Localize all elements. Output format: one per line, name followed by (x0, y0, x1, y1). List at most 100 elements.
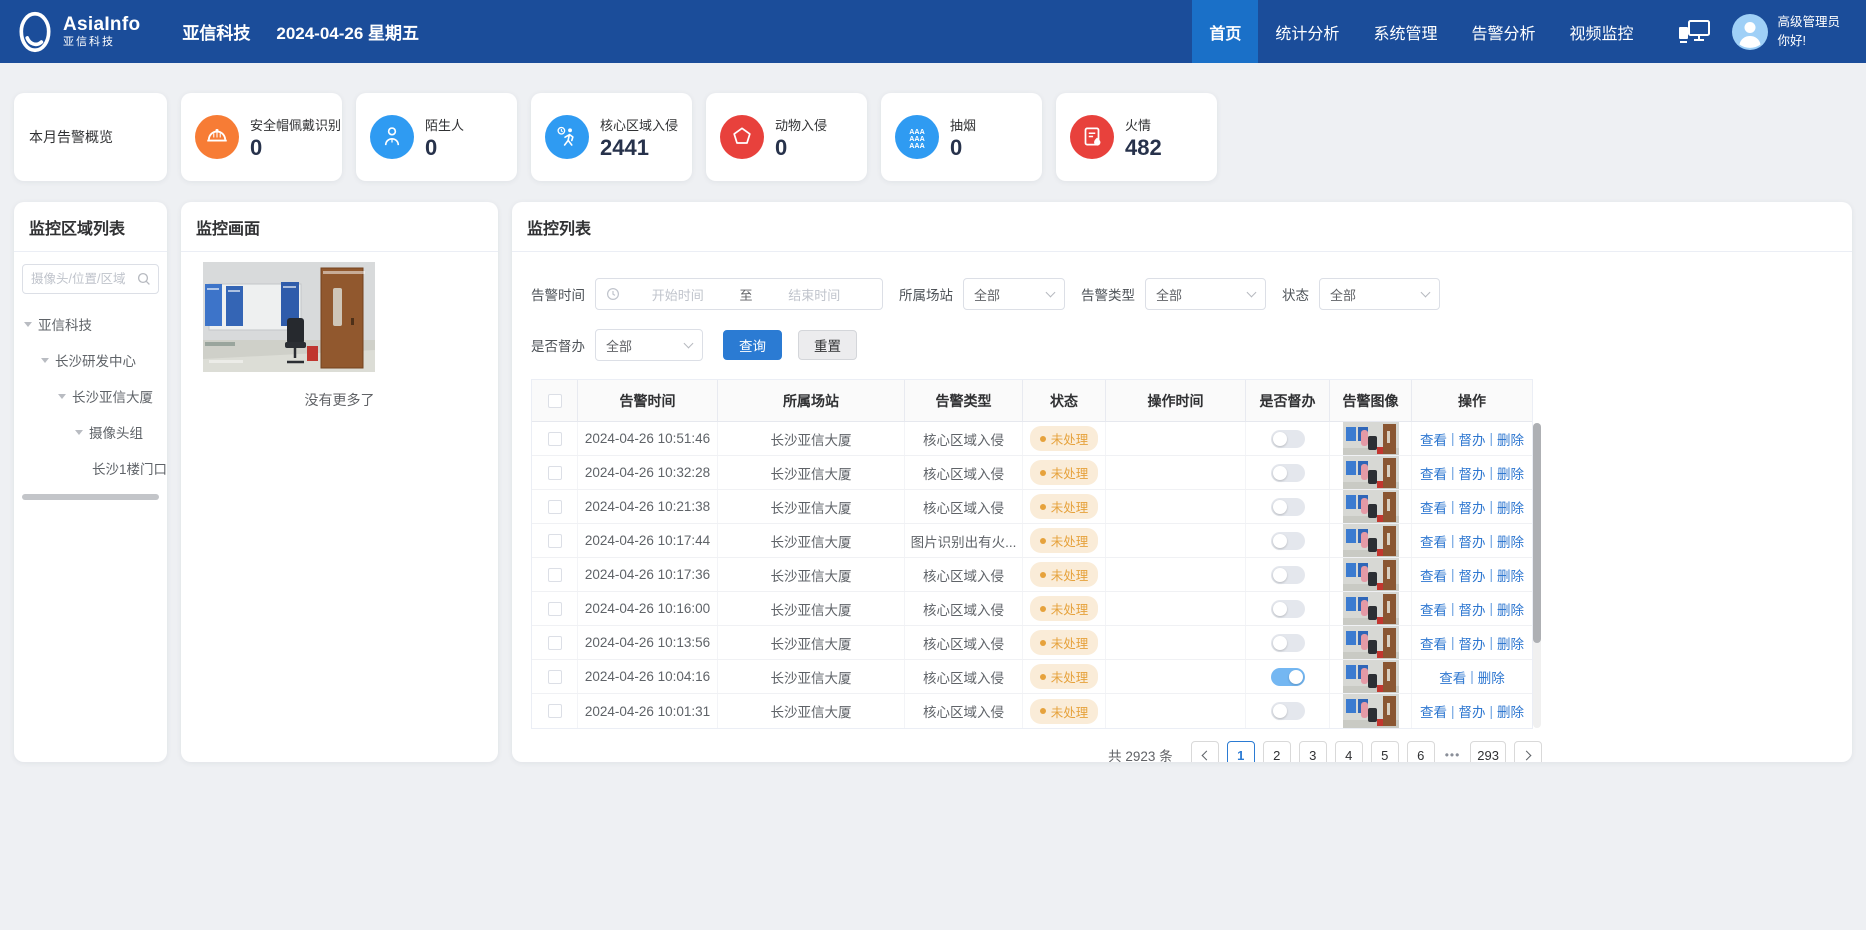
supervise-toggle[interactable] (1271, 668, 1305, 686)
status-select[interactable]: 全部 (1319, 278, 1440, 310)
row-checkbox[interactable] (548, 466, 562, 480)
supervise-toggle[interactable] (1271, 634, 1305, 652)
tree-node[interactable]: 长沙1楼门口 (14, 450, 167, 486)
nav-item-alarm-analysis[interactable]: 告警分析 (1454, 0, 1552, 63)
page-button-3[interactable]: 3 (1299, 741, 1327, 762)
alarm-image-thumbnail[interactable] (1343, 660, 1399, 693)
delete-link[interactable]: 删除 (1497, 463, 1524, 483)
view-link[interactable]: 查看 (1420, 429, 1447, 449)
alarm-image-thumbnail[interactable] (1343, 456, 1399, 489)
delete-link[interactable]: 删除 (1478, 667, 1505, 687)
supervise-toggle[interactable] (1271, 566, 1305, 584)
alarm-image-thumbnail[interactable] (1343, 558, 1399, 591)
prev-page-button[interactable] (1191, 741, 1219, 762)
delete-link[interactable]: 删除 (1497, 701, 1524, 721)
supervise-link[interactable]: 督办 (1459, 599, 1486, 619)
supervise-link[interactable]: 督办 (1459, 701, 1486, 721)
next-page-button[interactable] (1514, 741, 1542, 762)
alarm-image-thumbnail[interactable] (1343, 694, 1399, 728)
supervise-link[interactable]: 督办 (1459, 429, 1486, 449)
view-link[interactable]: 查看 (1420, 463, 1447, 483)
supervise-link[interactable]: 督办 (1459, 633, 1486, 653)
page-button-5[interactable]: 5 (1371, 741, 1399, 762)
brand: AsiaInfo 亚信科技 (16, 11, 140, 53)
delete-link[interactable]: 删除 (1497, 531, 1524, 551)
supervise-link[interactable]: 督办 (1459, 497, 1486, 517)
supervise-link[interactable]: 督办 (1459, 565, 1486, 585)
page-button-6[interactable]: 6 (1407, 741, 1435, 762)
row-checkbox[interactable] (548, 602, 562, 616)
chevron-down-icon (1046, 287, 1056, 297)
reset-button[interactable]: 重置 (798, 330, 857, 360)
row-checkbox[interactable] (548, 568, 562, 582)
alarm-image-thumbnail[interactable] (1343, 422, 1399, 455)
view-link[interactable]: 查看 (1420, 701, 1447, 721)
caret-down-icon[interactable] (75, 430, 83, 439)
user-avatar[interactable] (1732, 14, 1768, 50)
row-checkbox[interactable] (548, 500, 562, 514)
supervise-select[interactable]: 全部 (595, 329, 703, 361)
nav-item-video-monitor[interactable]: 视频监控 (1552, 0, 1650, 63)
supervise-toggle[interactable] (1271, 600, 1305, 618)
delete-link[interactable]: 删除 (1497, 565, 1524, 585)
tree-node[interactable]: 摄像头组 (14, 414, 167, 450)
station-select[interactable]: 全部 (963, 278, 1065, 310)
tree-node[interactable]: 亚信科技 (14, 306, 167, 342)
delete-link[interactable]: 删除 (1497, 633, 1524, 653)
supervise-toggle[interactable] (1271, 532, 1305, 550)
row-checkbox[interactable] (548, 636, 562, 650)
supervise-link[interactable]: 督办 (1459, 463, 1486, 483)
pagination-ellipsis: ••• (1443, 748, 1463, 762)
page-button-2[interactable]: 2 (1263, 741, 1291, 762)
caret-down-icon[interactable] (58, 394, 66, 403)
alarm-time-range-picker[interactable]: 开始时间 至 结束时间 (595, 278, 883, 310)
row-checkbox[interactable] (548, 704, 562, 718)
camera-snapshot-image[interactable] (203, 262, 375, 372)
alarm-image-thumbnail[interactable] (1343, 626, 1399, 659)
delete-link[interactable]: 删除 (1497, 429, 1524, 449)
screens-icon[interactable] (1676, 18, 1712, 46)
horizontal-scrollbar[interactable] (22, 494, 159, 500)
delete-link[interactable]: 删除 (1497, 599, 1524, 619)
view-link[interactable]: 查看 (1420, 531, 1447, 551)
supervise-toggle[interactable] (1271, 498, 1305, 516)
pagination: 共 2923 条123456•••293 (531, 741, 1542, 762)
view-link[interactable]: 查看 (1420, 497, 1447, 517)
row-checkbox[interactable] (548, 432, 562, 446)
supervise-toggle[interactable] (1271, 464, 1305, 482)
page-button-293[interactable]: 293 (1470, 741, 1506, 762)
nav-item-home[interactable]: 首页 (1192, 0, 1258, 63)
search-button[interactable]: 查询 (723, 330, 782, 360)
caret-down-icon[interactable] (24, 322, 32, 331)
view-link[interactable]: 查看 (1420, 633, 1447, 653)
nav-item-stats-analysis[interactable]: 统计分析 (1258, 0, 1356, 63)
tree-node[interactable]: 长沙研发中心 (14, 342, 167, 378)
page-button-4[interactable]: 4 (1335, 741, 1363, 762)
select-all-checkbox[interactable] (548, 394, 562, 408)
row-checkbox[interactable] (548, 670, 562, 684)
stat-text: 抽烟0 (950, 115, 976, 159)
caret-down-icon[interactable] (41, 358, 49, 367)
row-checkbox[interactable] (548, 534, 562, 548)
status-dot (1040, 504, 1046, 510)
view-link[interactable]: 查看 (1420, 565, 1447, 585)
supervise-toggle[interactable] (1271, 702, 1305, 720)
supervise-toggle[interactable] (1271, 430, 1305, 448)
view-link[interactable]: 查看 (1420, 599, 1447, 619)
view-link[interactable]: 查看 (1439, 667, 1466, 687)
vertical-scrollbar[interactable] (1533, 423, 1541, 728)
tree-node[interactable]: 长沙亚信大厦 (14, 378, 167, 414)
search-icon[interactable] (137, 272, 151, 286)
camera-search-input[interactable] (31, 272, 137, 286)
station-cell: 长沙亚信大厦 (718, 694, 905, 728)
alarm-image-thumbnail[interactable] (1343, 592, 1399, 625)
alarm-type-select[interactable]: 全部 (1145, 278, 1266, 310)
nav-item-system-management[interactable]: 系统管理 (1356, 0, 1454, 63)
scrollbar-thumb[interactable] (1533, 423, 1541, 643)
page-button-1[interactable]: 1 (1227, 741, 1255, 762)
alarm-image-thumbnail[interactable] (1343, 524, 1399, 557)
table-row: 2024-04-26 10:17:36长沙亚信大厦核心区域入侵未处理查看|督办|… (532, 558, 1532, 592)
alarm-image-thumbnail[interactable] (1343, 490, 1399, 523)
delete-link[interactable]: 删除 (1497, 497, 1524, 517)
supervise-link[interactable]: 督办 (1459, 531, 1486, 551)
